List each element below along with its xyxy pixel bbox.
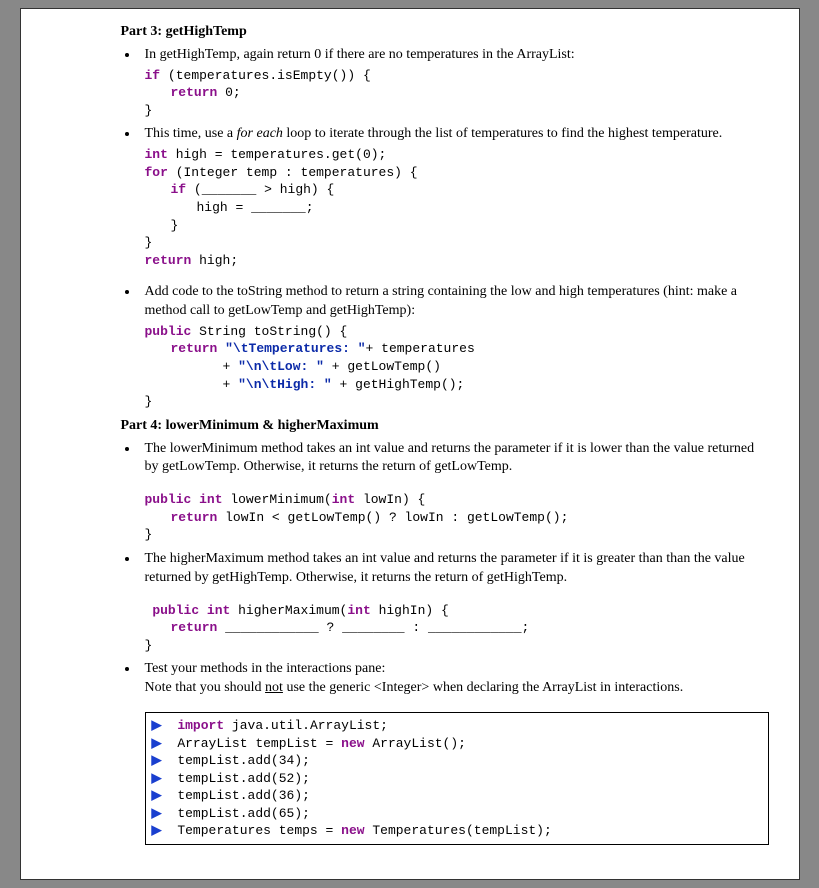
code-text: String toString() { (191, 324, 347, 339)
code-text: (Integer temp : temperatures) { (168, 165, 418, 180)
code-text: lowIn) { (355, 492, 425, 507)
code-text: lowIn < getLowTemp() ? lowIn : getLowTem… (217, 510, 568, 525)
interactions-row: ▶ import java.util.ArrayList; (152, 717, 762, 735)
kw-int: int (332, 492, 355, 507)
prompt-arrow-icon: ▶ (152, 805, 170, 823)
kw-return: return (171, 510, 218, 525)
code-text: java.util.ArrayList; (224, 718, 388, 733)
kw-public: public (145, 324, 192, 339)
code-text: } (145, 103, 153, 118)
code-text: + (223, 377, 239, 392)
part4-bullet-2: The higherMaximum method takes an int va… (139, 550, 769, 654)
part3-bullet-1: In getHighTemp, again return 0 if there … (139, 46, 769, 120)
interactions-box: ▶ import java.util.ArrayList; ▶ ArrayLis… (145, 712, 769, 845)
interactions-row: ▶ Temperatures temps = new Temperatures(… (152, 822, 762, 840)
interactions-row: ▶ tempList.add(52); (152, 770, 762, 788)
text: loop to iterate through the list of temp… (283, 126, 722, 141)
kw-for: for (145, 165, 168, 180)
prompt-arrow-icon: ▶ (152, 787, 170, 805)
kw-return: return (171, 85, 218, 100)
kw-publicint: public int (152, 603, 230, 618)
part3-code2: int high = temperatures.get(0); for (Int… (145, 146, 769, 269)
text-underline: not (265, 680, 283, 695)
code-text: ArrayList tempList = (177, 736, 341, 751)
code-blank: ____________ ? ________ : ____________; (217, 620, 529, 635)
kw-if: if (145, 68, 161, 83)
part4-bullet1-text: The lowerMinimum method takes an int val… (145, 440, 769, 478)
part3-bullet-3: Add code to the toString method to retur… (139, 283, 769, 411)
interactions-row: ▶ tempList.add(34); (152, 752, 762, 770)
kw-import: import (177, 718, 224, 733)
code-text: + temperatures (366, 341, 475, 356)
prompt-arrow-icon: ▶ (152, 717, 170, 735)
code-text: (temperatures.isEmpty()) { (160, 68, 371, 83)
part3-list: In getHighTemp, again return 0 if there … (121, 46, 769, 411)
code-text: high = temperatures.get(0); (168, 147, 386, 162)
prompt-arrow-icon: ▶ (152, 822, 170, 840)
code-text: } (145, 394, 153, 409)
prompt-arrow-icon: ▶ (152, 770, 170, 788)
kw-return: return (145, 253, 192, 268)
code-text: higherMaximum( (230, 603, 347, 618)
code-text: lowerMinimum( (223, 492, 332, 507)
part3-bullet1-text: In getHighTemp, again return 0 if there … (145, 46, 769, 65)
kw-return: return (171, 620, 218, 635)
interactions-row: ▶ tempList.add(36); (152, 787, 762, 805)
document-page: Part 3: getHighTemp In getHighTemp, agai… (20, 8, 800, 880)
code-text: } (145, 638, 153, 653)
prompt-arrow-icon: ▶ (152, 752, 170, 770)
interactions-row: ▶ tempList.add(65); (152, 805, 762, 823)
code-blank: (_______ > high) { (186, 182, 334, 197)
part3-bullet2-text: This time, use a for each loop to iterat… (145, 125, 769, 144)
text-em: for each (237, 126, 283, 141)
code-text: + getHighTemp(); (332, 377, 465, 392)
text: This time, use a (145, 126, 237, 141)
interactions-row: ▶ ArrayList tempList = new ArrayList(); (152, 735, 762, 753)
str: "\n\tLow: " (238, 359, 324, 374)
text: Note that you should (145, 680, 266, 695)
code-text: tempList.add(34); (177, 753, 310, 768)
kw-return: return (171, 341, 226, 356)
code-text: + (223, 359, 239, 374)
kw-if: if (171, 182, 187, 197)
prompt-arrow-icon: ▶ (152, 735, 170, 753)
code-text: Temperatures(tempList); (365, 823, 552, 838)
code-text: 0; (217, 85, 240, 100)
str: "\tTemperatures: " (225, 341, 365, 356)
part4-bullet3b-text: Note that you should not use the generic… (145, 679, 769, 698)
kw-int: int (347, 603, 370, 618)
part4-bullet3a-text: Test your methods in the interactions pa… (145, 660, 769, 679)
part3-code3: public String toString() { return "\tTem… (145, 323, 769, 411)
code-text: + getLowTemp() (324, 359, 441, 374)
code-blank: high = _______; (197, 200, 314, 215)
text: use the generic <Integer> when declaring… (283, 680, 683, 695)
code-text: tempList.add(65); (177, 806, 310, 821)
part3-bullet-2: This time, use a for each loop to iterat… (139, 125, 769, 269)
part4-bullet-3: Test your methods in the interactions pa… (139, 660, 769, 845)
code-text: highIn) { (371, 603, 449, 618)
kw-new: new (341, 736, 364, 751)
part4-bullet2-text: The higherMaximum method takes an int va… (145, 550, 769, 588)
code-text: tempList.add(36); (177, 788, 310, 803)
kw-publicint: public int (145, 492, 223, 507)
part4-list: The lowerMinimum method takes an int val… (121, 440, 769, 845)
code-text: ArrayList(); (365, 736, 466, 751)
code-text: tempList.add(52); (177, 771, 310, 786)
part4-title: Part 4: lowerMinimum & higherMaximum (121, 417, 769, 436)
kw-new: new (341, 823, 364, 838)
code-text: high; (191, 253, 238, 268)
kw-int: int (145, 147, 168, 162)
part4-bullet-1: The lowerMinimum method takes an int val… (139, 440, 769, 544)
part3-code1: if (temperatures.isEmpty()) { return 0; … (145, 67, 769, 120)
code-text: } (145, 527, 153, 542)
part3-title: Part 3: getHighTemp (121, 23, 769, 42)
part3-bullet3-text: Add code to the toString method to retur… (145, 283, 769, 321)
str: "\n\tHigh: " (238, 377, 332, 392)
part4-code1: public int lowerMinimum(int lowIn) { ret… (145, 491, 769, 544)
part4-code2: public int higherMaximum(int highIn) { r… (145, 602, 769, 655)
code-text: } (145, 218, 179, 233)
code-text: Temperatures temps = (177, 823, 341, 838)
code-text: } (145, 235, 153, 250)
